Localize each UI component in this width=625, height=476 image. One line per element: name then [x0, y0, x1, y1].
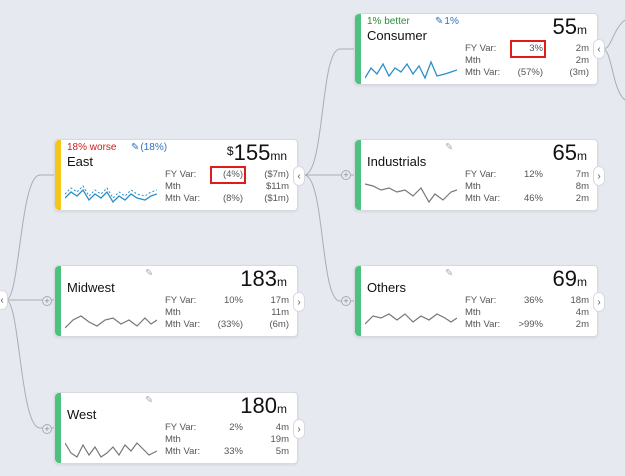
node-value: 65m — [552, 140, 587, 165]
collapse-east-button[interactable]: ‹ — [293, 166, 305, 186]
node-value: 183m — [240, 266, 287, 291]
variance-link[interactable]: ✎(18%) — [131, 142, 167, 153]
metrics-table: FY Var: 3% 2m Mth 2m Mth Var: (57%) (3m) — [465, 40, 589, 78]
status-stripe — [55, 266, 61, 336]
node-name: East — [67, 154, 94, 169]
metrics-table: FY Var: 36% 18m Mth 4m Mth Var: >99% 2m — [465, 295, 589, 330]
pencil-icon: ✎ — [435, 16, 444, 27]
status-stripe — [55, 393, 61, 463]
node-name: Industrials — [367, 154, 427, 169]
node-name: Others — [367, 280, 407, 295]
node-others[interactable]: ✎ Others 69m FY Var: 36% 18m Mth 4m Mth Var… — [354, 265, 598, 337]
pencil-icon[interactable]: ✎ — [445, 142, 453, 153]
node-value: 180m — [240, 393, 287, 418]
status-stripe — [355, 140, 361, 210]
root-collapse-button[interactable]: ‹ — [0, 290, 8, 310]
add-industrials-icon[interactable]: + — [341, 170, 351, 180]
sparkline — [365, 183, 457, 204]
metrics-table: FY Var: 2% 4m Mth 19m Mth Var: 33% 5m — [165, 422, 289, 457]
node-value: 69m — [552, 266, 587, 291]
pencil-icon[interactable]: ✎ — [145, 268, 153, 279]
expand-others-button[interactable]: › — [593, 292, 605, 312]
node-east[interactable]: 18% worse ✎(18%) East $155mn FY Var: (4%)… — [54, 139, 298, 211]
node-value: 55m — [552, 14, 587, 39]
node-midwest[interactable]: ✎ Midwest 183m FY Var: 10% 17m Mth 11m Mth … — [54, 265, 298, 337]
sparkline — [65, 185, 157, 204]
add-west-icon[interactable]: + — [42, 424, 52, 434]
metrics-table: FY Var: 10% 17m Mth 11m Mth Var: (33%) (6m) — [165, 295, 289, 330]
node-name: Midwest — [67, 280, 115, 295]
expand-west-button[interactable]: › — [293, 419, 305, 439]
expand-midwest-button[interactable]: › — [293, 292, 305, 312]
add-others-icon[interactable]: + — [341, 296, 351, 306]
fy-var-highlight: (4%) — [210, 166, 246, 184]
sparkline — [365, 313, 457, 325]
status-stripe — [55, 140, 61, 210]
performance-note: 18% worse — [67, 142, 117, 153]
node-consumer[interactable]: 1% better ✎1% Consumer 55m FY Var: 3% 2m M… — [354, 13, 598, 85]
node-name: Consumer — [367, 28, 427, 43]
expand-industrials-button[interactable]: › — [593, 166, 605, 186]
add-midwest-icon[interactable]: + — [42, 296, 52, 306]
collapse-consumer-button[interactable]: ‹ — [593, 39, 605, 59]
metrics-table: FY Var: (4%) ($7m) Mth $11m Mth Var: (8%) ($1… — [165, 166, 289, 204]
node-name: West — [67, 407, 97, 422]
sparkline — [365, 60, 457, 80]
performance-note: 1% better — [367, 16, 410, 27]
fy-var-highlight: 3% — [510, 40, 546, 58]
metrics-table: FY Var: 12% 7m Mth 8m Mth Var: 46% 2m — [465, 169, 589, 204]
status-stripe — [355, 266, 361, 336]
variance-link[interactable]: ✎1% — [435, 16, 459, 27]
status-stripe — [355, 14, 361, 84]
node-value: $155mn — [226, 140, 287, 165]
sparkline — [65, 315, 157, 329]
node-industrials[interactable]: ✎ Industrials 65m FY Var: 12% 7m Mth 8m Mth… — [354, 139, 598, 211]
pencil-icon: ✎ — [131, 142, 140, 153]
pencil-icon[interactable]: ✎ — [145, 395, 153, 406]
sparkline — [65, 442, 157, 458]
node-west[interactable]: ✎ West 180m FY Var: 2% 4m Mth 19m Mth Var: 3… — [54, 392, 298, 464]
pencil-icon[interactable]: ✎ — [445, 268, 453, 279]
